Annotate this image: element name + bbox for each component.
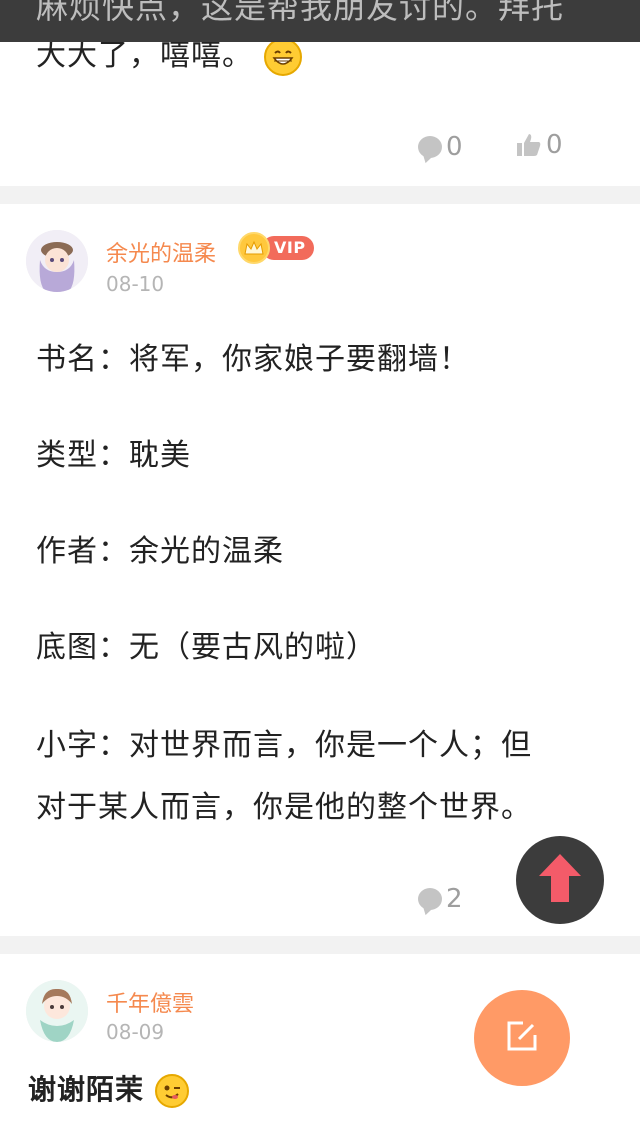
wink-emoji-icon [154, 1074, 189, 1108]
post-divider [0, 186, 640, 204]
username[interactable]: 千年億雲 [106, 986, 194, 1018]
post-divider [0, 936, 640, 954]
post-line-author: 作者：余光的温柔 [36, 534, 284, 569]
grin-emoji-icon [263, 37, 302, 76]
post-line-genre: 类型：耽美 [36, 438, 191, 473]
crown-icon [238, 232, 270, 264]
avatar[interactable] [26, 230, 88, 292]
post-text: 大大了，嘻嘻。 [36, 38, 253, 73]
post-text-line: 谢谢陌茉 [28, 1068, 189, 1112]
comment-count-value: 2 [446, 884, 463, 914]
arrow-up-icon [535, 852, 585, 908]
edit-icon [505, 1019, 539, 1057]
post-line-background: 底图：无（要古风的啦） [36, 630, 377, 665]
comment-icon [418, 888, 442, 910]
like-count[interactable]: 0 [516, 130, 563, 160]
post-date: 08-10 [106, 272, 165, 296]
vip-badge: VIP [238, 232, 314, 264]
like-count-value: 0 [546, 130, 563, 160]
avatar[interactable] [26, 980, 88, 1042]
thumb-up-icon [516, 132, 542, 158]
username[interactable]: 余光的温柔 [106, 236, 216, 268]
compose-button[interactable] [474, 990, 570, 1086]
post-line-subtitle-1: 小字：对世界而言，你是一个人；但 [36, 728, 532, 763]
top-toolbar-overlay: 麻烦快点，这是帮我朋友讨的。拜托 [0, 0, 640, 42]
comment-count[interactable]: 0 [418, 132, 463, 162]
comment-icon [418, 136, 442, 158]
post-card-2: 余光的温柔 VIP 08-10 书名：将军，你家娘子要翻墙！ 类型：耽美 作者：… [0, 204, 640, 936]
comment-count[interactable]: 2 [418, 884, 463, 914]
post-date: 08-09 [106, 1020, 165, 1044]
post-line-book-title: 书名：将军，你家娘子要翻墙！ [36, 342, 470, 377]
post-line-subtitle-2: 对于某人而言，你是他的整个世界。 [36, 790, 532, 825]
scroll-to-top-button[interactable] [516, 836, 604, 924]
post-text: 谢谢陌茉 [28, 1073, 145, 1106]
comment-count-value: 0 [446, 132, 463, 162]
partial-post-text: 麻烦快点，这是帮我朋友讨的。拜托 [36, 0, 565, 26]
